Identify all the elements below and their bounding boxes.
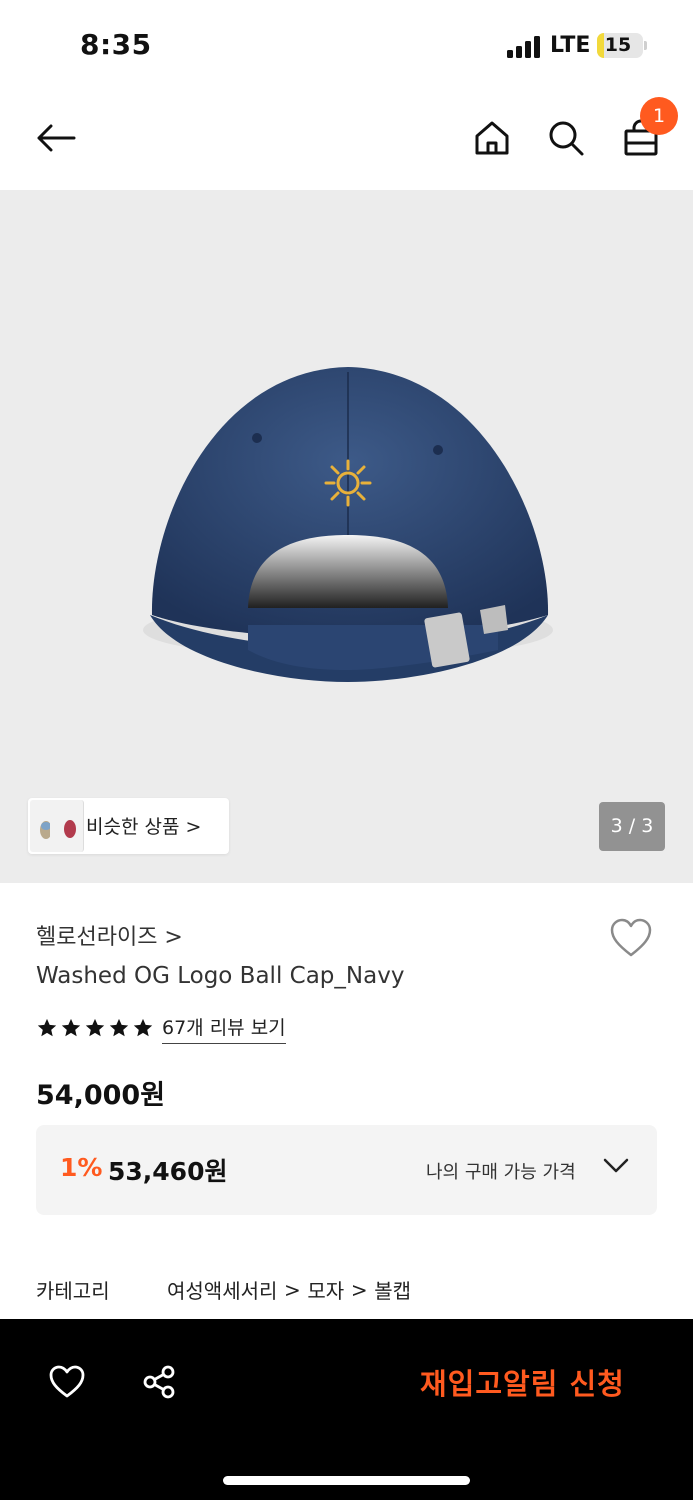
status-time: 8:35 (80, 28, 152, 61)
discount-price: 53,460원 (108, 1157, 228, 1186)
arrow-left-icon (37, 124, 76, 152)
review-link[interactable]: 67개 리뷰 보기 (162, 1013, 286, 1044)
battery-level: 15 (604, 34, 632, 56)
category-label: 카테고리 (36, 1279, 110, 1303)
category-row: 카테고리 여성액세서리 > 모자 > 볼캡 (36, 1273, 657, 1304)
brand-link[interactable]: 헬로선라이즈 > (36, 919, 183, 951)
heart-icon (49, 1365, 85, 1398)
network-type: LTE (550, 33, 591, 58)
image-counter: 3 / 3 (599, 802, 665, 851)
rating-row: 67개 리뷰 보기 (36, 1013, 286, 1044)
star-icon (37, 1018, 57, 1037)
category-item[interactable]: 여성액세서리 (167, 1275, 277, 1304)
category-item[interactable]: 볼캡 (374, 1275, 411, 1304)
cart-count-badge: 1 (640, 97, 678, 135)
product-image-gallery[interactable]: 비슷한 상품 > 3 / 3 (0, 190, 693, 883)
battery-nub (644, 41, 647, 50)
share-icon (143, 1365, 175, 1399)
star-rating (36, 1017, 154, 1039)
star-icon (85, 1018, 105, 1037)
my-price-box[interactable]: 1% 53,460원 나의 구매 가능 가격 (36, 1125, 657, 1215)
home-button[interactable] (462, 108, 522, 168)
bottom-wishlist-button[interactable] (42, 1357, 92, 1407)
category-item[interactable]: 모자 (307, 1275, 344, 1304)
similar-product-thumbnails (28, 798, 88, 854)
original-price: 54,000원 (36, 1080, 166, 1111)
status-bar: 8:35 LTE 15 (0, 0, 693, 92)
product-image (143, 367, 553, 682)
chevron-right-icon: > (350, 1277, 368, 1302)
similar-products-button[interactable]: 비슷한 상품 > (28, 798, 229, 854)
my-price-label: 나의 구매 가능 가격 (426, 1162, 576, 1183)
bottom-action-bar: 재입고알림 신청 (0, 1319, 693, 1500)
top-navigation (0, 92, 693, 190)
cellular-signal-icon (507, 36, 540, 58)
share-button[interactable] (134, 1357, 184, 1407)
discount-rate: 1% (60, 1153, 103, 1182)
battery-icon: 15 (597, 33, 643, 58)
home-icon (475, 121, 509, 155)
similar-products-label: 비슷한 상품 > (86, 816, 202, 838)
star-icon (61, 1018, 81, 1037)
home-indicator (223, 1476, 470, 1485)
star-icon (133, 1018, 153, 1037)
restock-alert-button[interactable]: 재입고알림 신청 (420, 1361, 625, 1403)
chevron-down-icon (603, 1158, 629, 1173)
category-breadcrumb: 여성액세서리 > 모자 > 볼캡 (167, 1275, 411, 1304)
back-button[interactable] (26, 108, 86, 168)
chevron-right-icon: > (284, 1277, 301, 1302)
heart-icon (610, 918, 652, 957)
product-title: Washed OG Logo Ball Cap_Navy (36, 963, 405, 989)
wishlist-button[interactable] (608, 917, 658, 963)
search-icon (549, 121, 584, 156)
star-icon (109, 1018, 129, 1037)
thumbnail-2 (50, 800, 84, 852)
search-button[interactable] (536, 108, 596, 168)
